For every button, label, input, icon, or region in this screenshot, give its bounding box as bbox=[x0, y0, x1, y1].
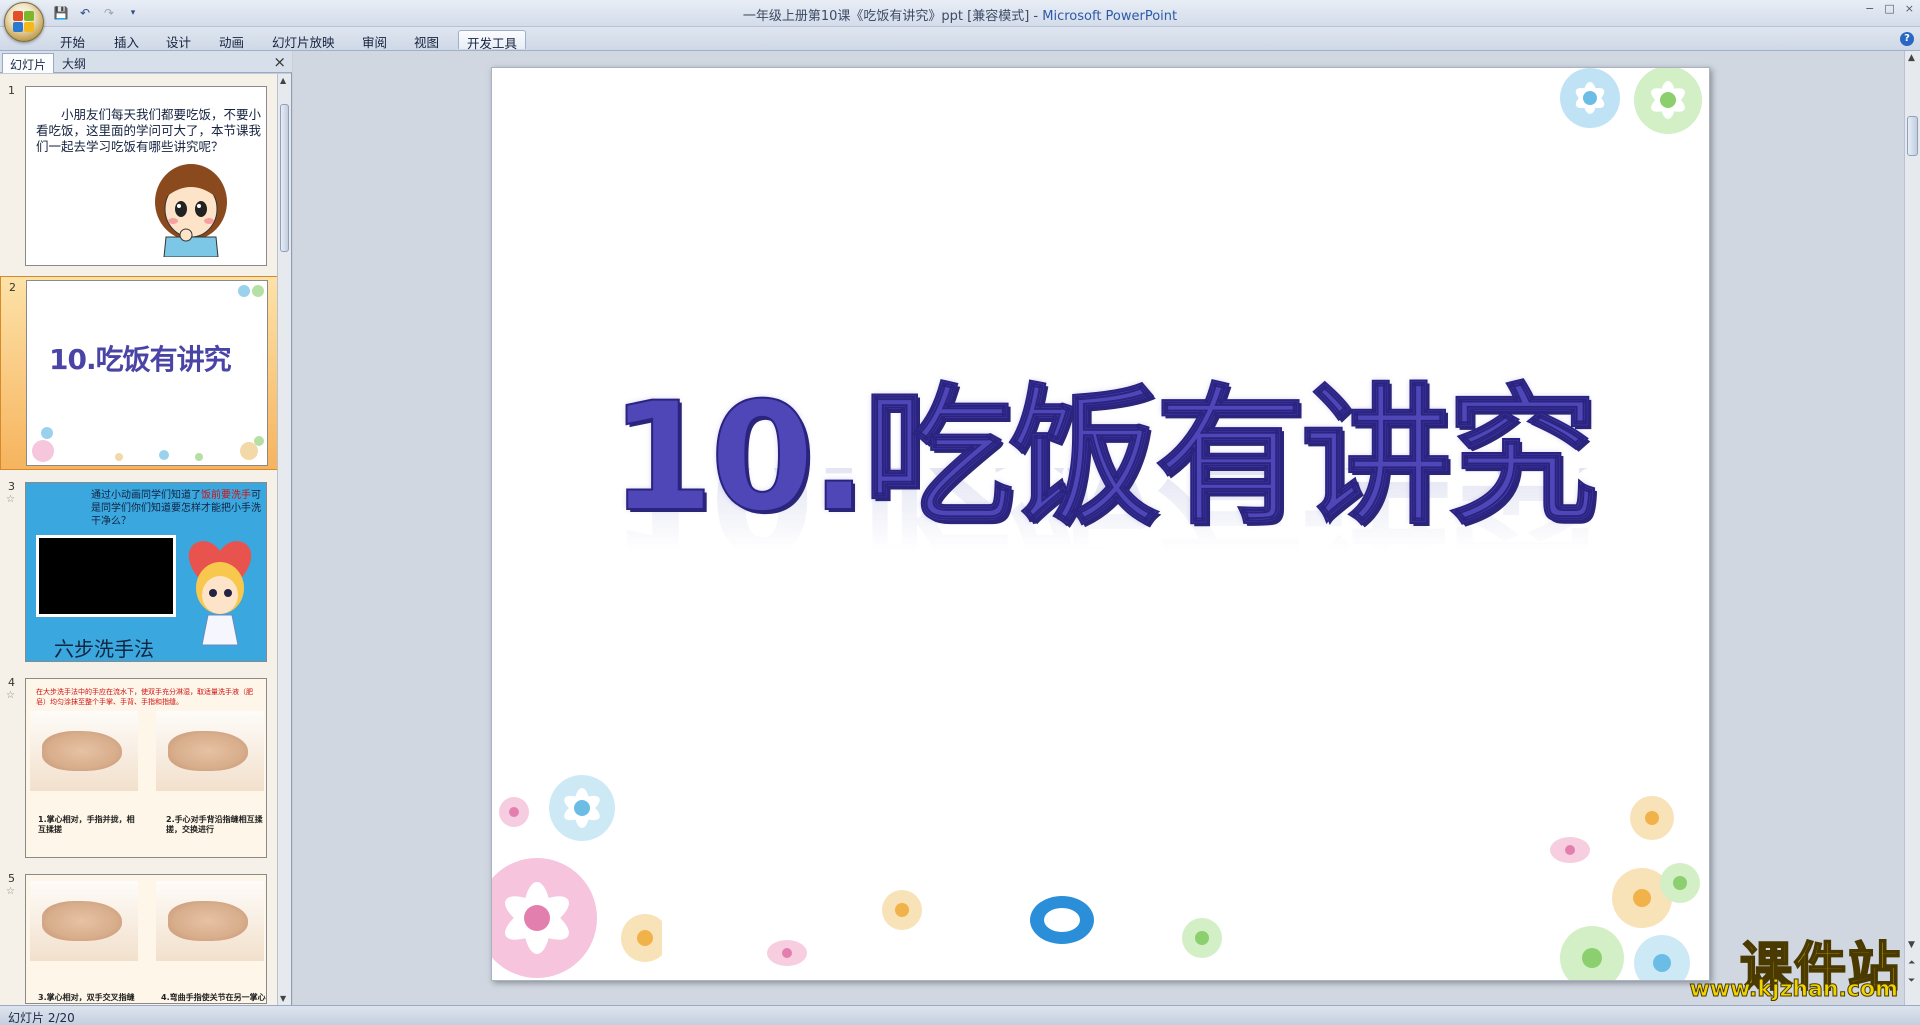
flower-decoration bbox=[1560, 68, 1702, 134]
hand-image bbox=[156, 711, 264, 791]
window-controls: − □ × bbox=[1865, 2, 1914, 15]
ribbon-tabs: 开始 插入 设计 动画 幻灯片放映 审阅 视图 开发工具 ? bbox=[0, 27, 1920, 51]
restore-button[interactable]: □ bbox=[1884, 2, 1894, 15]
step-label: 2.手心对手背沿指缝相互揉搓，交换进行 bbox=[166, 815, 263, 834]
tab-review[interactable]: 审阅 bbox=[354, 30, 395, 50]
help-icon[interactable]: ? bbox=[1900, 32, 1914, 46]
slide-thumb-4[interactable]: 4 ☆ 在大步洗手法中的手应在流水下，使双手充分淋湿，取适量洗手液（肥皂）均匀涂… bbox=[0, 672, 278, 862]
slide-indicator: 幻灯片 2/20 bbox=[8, 1011, 75, 1025]
scroll-down-icon[interactable]: ▼ bbox=[280, 994, 286, 1003]
hand-image bbox=[30, 881, 138, 961]
slide-number: 5 bbox=[8, 872, 15, 885]
next-slide-icon[interactable]: ⏷ bbox=[1908, 977, 1915, 986]
tab-outline[interactable]: 大纲 bbox=[55, 53, 93, 73]
watermark: 课件站 www.kjzhan.com bbox=[1672, 925, 1902, 1003]
slide-preview: 通过小动画同学们知道了饭前要洗手可是同学们你们知道要怎样才能把小手洗干净么？ 六… bbox=[25, 482, 267, 662]
animation-star-icon: ☆ bbox=[6, 690, 15, 701]
slide-thumb-1[interactable]: 1 小朋友们每天我们都要吃饭，不要小看吃饭，这里面的学问可大了，本节课我们一起去… bbox=[0, 80, 278, 270]
tab-home[interactable]: 开始 bbox=[52, 30, 93, 50]
previous-slide-icon[interactable]: ⏶ bbox=[1908, 959, 1915, 968]
editor-scrollbar[interactable]: ▲ ▼ ⏶ ⏷ bbox=[1904, 51, 1920, 1005]
hand-image bbox=[156, 881, 264, 961]
slide-number: 3 bbox=[8, 480, 15, 493]
tab-slideshow[interactable]: 幻灯片放映 bbox=[264, 30, 343, 50]
slide-thumb-5[interactable]: 5 ☆ 3.掌心相对，双手交叉指缝 4.弯曲手指使关节在另一掌心 bbox=[0, 868, 278, 1005]
slide-title: 10.吃饭有讲究 bbox=[49, 343, 232, 376]
tab-slides[interactable]: 幻灯片 bbox=[2, 53, 55, 73]
current-slide[interactable]: 10.吃饭有讲究 10.吃饭有讲究 bbox=[491, 67, 1710, 981]
slide-number: 1 bbox=[8, 84, 15, 97]
minimize-button[interactable]: − bbox=[1865, 2, 1874, 15]
tab-developer[interactable]: 开发工具 bbox=[458, 30, 527, 51]
step-label: 4.弯曲手指使关节在另一掌心 bbox=[161, 993, 266, 1002]
slide-caption: 六步洗手法 bbox=[54, 637, 154, 661]
hand-image bbox=[30, 711, 138, 791]
flower-decoration bbox=[32, 427, 264, 462]
slide-preview: 10.吃饭有讲究 bbox=[26, 280, 268, 466]
window-title: 一年级上册第10课《吃饭有讲究》ppt [兼容模式] - Microsoft P… bbox=[742, 9, 1178, 24]
slide-thumbnails: 1 小朋友们每天我们都要吃饭，不要小看吃饭，这里面的学问可大了，本节课我们一起去… bbox=[0, 74, 278, 1005]
flower-decoration bbox=[767, 890, 1222, 966]
close-button[interactable]: × bbox=[1905, 2, 1914, 15]
slide-number: 2 bbox=[9, 281, 16, 294]
slide-title[interactable]: 10.吃饭有讲究 bbox=[492, 336, 1709, 553]
flower-decoration bbox=[238, 285, 264, 297]
slide-number: 4 bbox=[8, 676, 15, 689]
watermark-url: www.kjzhan.com bbox=[1689, 977, 1899, 1003]
title-bar: 💾 ↶ ↷ ▾ 一年级上册第10课《吃饭有讲究》ppt [兼容模式] - Mic… bbox=[0, 0, 1920, 42]
animation-star-icon: ☆ bbox=[6, 494, 15, 505]
slide-editor: 10.吃饭有讲究 10.吃饭有讲究 bbox=[293, 51, 1904, 1005]
step-label: 1.掌心相对，手指并拢，相互揉搓 bbox=[38, 815, 135, 834]
tab-insert[interactable]: 插入 bbox=[106, 30, 147, 50]
pane-tabs: 幻灯片 大纲 × bbox=[0, 51, 292, 73]
flower-decoration bbox=[492, 775, 662, 978]
video-placeholder bbox=[36, 535, 176, 617]
girl-illustration bbox=[188, 541, 252, 646]
status-bar: 幻灯片 2/20 bbox=[0, 1005, 1920, 1025]
animation-star-icon: ☆ bbox=[6, 886, 15, 897]
slide-text: 在大步洗手法中的手应在流水下，使双手充分淋湿，取适量洗手液（肥皂）均匀涂抹至整个… bbox=[36, 688, 253, 706]
scroll-up-icon[interactable]: ▲ bbox=[280, 76, 286, 85]
tab-animation[interactable]: 动画 bbox=[211, 30, 252, 50]
scrollbar-thumb[interactable] bbox=[1907, 116, 1918, 156]
office-logo-icon bbox=[13, 11, 35, 33]
close-pane-icon[interactable]: × bbox=[273, 53, 286, 71]
slide-preview: 3.掌心相对，双手交叉指缝 4.弯曲手指使关节在另一掌心 bbox=[25, 874, 267, 1004]
office-button[interactable] bbox=[4, 2, 44, 42]
slide-thumb-3[interactable]: 3 ☆ 通过小动画同学们知道了饭前要洗手可是同学们你们知道要怎样才能把小手洗干净… bbox=[0, 476, 278, 666]
scroll-down-icon[interactable]: ▼ bbox=[1908, 941, 1915, 950]
girl-illustration bbox=[155, 164, 227, 257]
slide-preview: 小朋友们每天我们都要吃饭，不要小看吃饭，这里面的学问可大了，本节课我们一起去学习… bbox=[25, 86, 267, 266]
thumbnails-scrollbar[interactable]: ▲ ▼ bbox=[277, 74, 291, 1005]
scrollbar-thumb[interactable] bbox=[280, 104, 289, 252]
slide-text: 小朋友们每天我们都要吃饭，不要小看吃饭，这里面的学问可大了，本节课我们一起去学习… bbox=[36, 107, 262, 154]
scroll-up-icon[interactable]: ▲ bbox=[1908, 54, 1915, 63]
tab-design[interactable]: 设计 bbox=[158, 30, 199, 50]
slide-thumb-2[interactable]: 2 10.吃饭有讲究 bbox=[0, 276, 278, 470]
slide-text: 通过小动画同学们知道了饭前要洗手可是同学们你们知道要怎样才能把小手洗干净么？ bbox=[91, 490, 261, 527]
slides-pane: 幻灯片 大纲 × 1 小朋友们每天我们都要吃饭，不要小看吃饭，这里面的学问可大了… bbox=[0, 51, 292, 1005]
tab-view[interactable]: 视图 bbox=[406, 30, 447, 50]
slide-preview: 在大步洗手法中的手应在流水下，使双手充分淋湿，取适量洗手液（肥皂）均匀涂抹至整个… bbox=[25, 678, 267, 858]
step-label: 3.掌心相对，双手交叉指缝 bbox=[38, 993, 135, 1002]
